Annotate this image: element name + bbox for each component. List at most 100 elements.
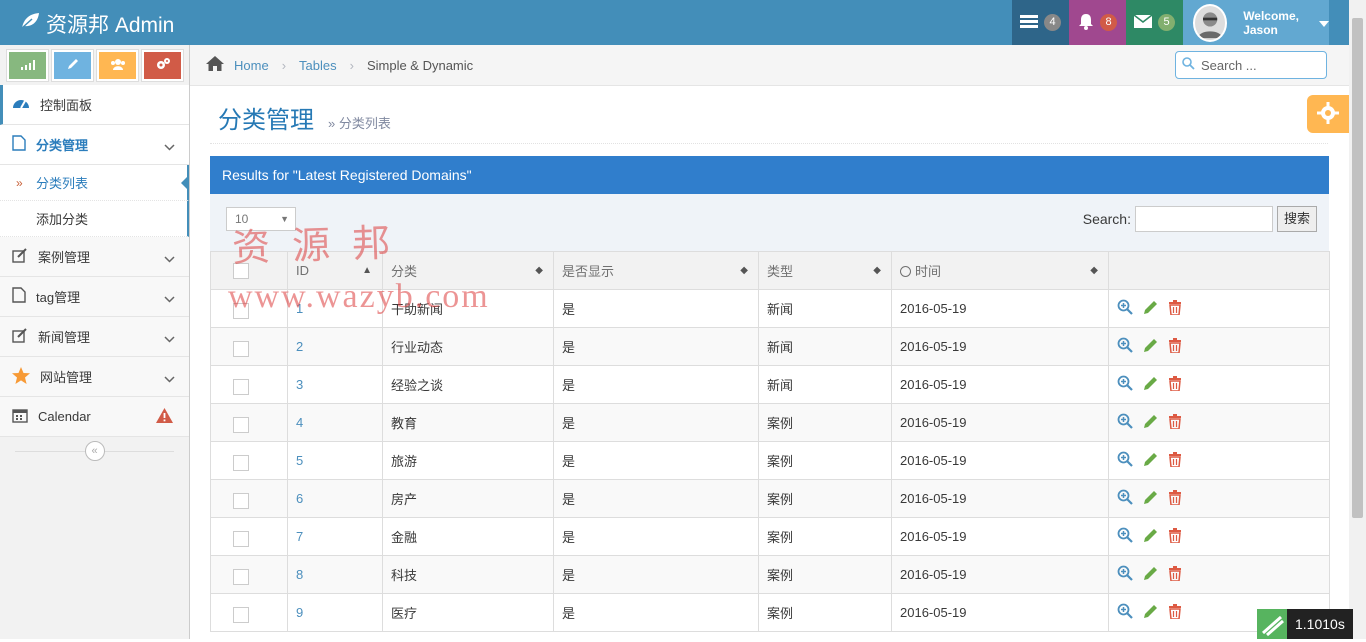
pencil-icon[interactable] bbox=[1143, 452, 1158, 470]
trash-icon[interactable] bbox=[1168, 451, 1182, 470]
collapse-icon[interactable]: « bbox=[84, 441, 105, 461]
cell-category: 科技 bbox=[382, 555, 554, 594]
sidebar-item-category-add[interactable]: 添加分类 bbox=[0, 201, 189, 237]
row-checkbox[interactable] bbox=[233, 493, 249, 509]
pencil-icon[interactable] bbox=[1143, 604, 1158, 622]
pencil-icon[interactable] bbox=[1143, 414, 1158, 432]
sidebar-item-tags[interactable]: tag管理 bbox=[0, 277, 189, 317]
trash-icon[interactable] bbox=[1168, 489, 1182, 508]
sidebar-shortcuts bbox=[0, 45, 189, 85]
row-id-link[interactable]: 2 bbox=[296, 339, 303, 354]
pencil-icon[interactable] bbox=[1143, 566, 1158, 584]
cell-time: 2016-05-19 bbox=[891, 289, 1109, 328]
cell-type: 新闻 bbox=[758, 365, 892, 404]
sidebar-item-news[interactable]: 新闻管理 bbox=[0, 317, 189, 357]
zoom-in-icon[interactable] bbox=[1117, 451, 1133, 470]
cell-type: 案例 bbox=[758, 403, 892, 442]
trash-icon[interactable] bbox=[1168, 565, 1182, 584]
sidebar-item-calendar[interactable]: Calendar bbox=[0, 397, 189, 437]
cell-category: 经验之谈 bbox=[382, 365, 554, 404]
gear-icon bbox=[1317, 101, 1339, 127]
trash-icon[interactable] bbox=[1168, 527, 1182, 546]
cell-category: 教育 bbox=[382, 403, 554, 442]
nav-search-input[interactable]: Search ... bbox=[1175, 51, 1327, 79]
column-label-visible: 是否显示 bbox=[562, 264, 615, 279]
sidebar-item-cases[interactable]: 案例管理 bbox=[0, 237, 189, 277]
column-header-visible[interactable]: 是否显示 ◆ bbox=[553, 251, 759, 290]
settings-button[interactable] bbox=[1307, 95, 1349, 133]
sidebar-item-site[interactable]: 网站管理 bbox=[0, 357, 189, 397]
row-checkbox[interactable] bbox=[233, 341, 249, 357]
shortcut-settings-button[interactable] bbox=[142, 50, 183, 81]
cell-id: 8 bbox=[287, 555, 383, 594]
trash-icon[interactable] bbox=[1168, 299, 1182, 318]
zoom-in-icon[interactable] bbox=[1117, 565, 1133, 584]
trash-icon[interactable] bbox=[1168, 413, 1182, 432]
pencil-icon[interactable] bbox=[1143, 490, 1158, 508]
trash-icon[interactable] bbox=[1168, 337, 1182, 356]
scrollbar-thumb[interactable] bbox=[1352, 18, 1363, 518]
table-search-input[interactable] bbox=[1134, 206, 1273, 232]
trash-icon[interactable] bbox=[1168, 603, 1182, 622]
messages-button[interactable]: 5 bbox=[1126, 0, 1183, 45]
pencil-icon[interactable] bbox=[1143, 376, 1158, 394]
zoom-in-icon[interactable] bbox=[1117, 299, 1133, 318]
divider bbox=[210, 143, 1328, 144]
pencil-icon[interactable] bbox=[1143, 300, 1158, 318]
row-id-link[interactable]: 7 bbox=[296, 529, 303, 544]
cell-id: 5 bbox=[287, 441, 383, 480]
pencil-icon[interactable] bbox=[1143, 528, 1158, 546]
row-checkbox-cell bbox=[210, 327, 288, 366]
user-menu[interactable]: Welcome, Jason bbox=[1183, 0, 1329, 45]
breadcrumb-tables-link[interactable]: Tables bbox=[299, 58, 337, 73]
cell-type: 新闻 bbox=[758, 289, 892, 328]
row-id-link[interactable]: 8 bbox=[296, 567, 303, 582]
row-checkbox-cell bbox=[210, 593, 288, 632]
sidebar-item-category-list[interactable]: » 分类列表 bbox=[0, 165, 189, 201]
shortcut-users-button[interactable] bbox=[97, 50, 138, 81]
cell-category: 金融 bbox=[382, 517, 554, 556]
zoom-in-icon[interactable] bbox=[1117, 413, 1133, 432]
row-checkbox[interactable] bbox=[233, 531, 249, 547]
brand[interactable]: 资源邦 Admin bbox=[20, 9, 174, 39]
row-id-link[interactable]: 6 bbox=[296, 491, 303, 506]
caret-down-icon bbox=[1319, 15, 1329, 30]
double-angle-right-icon: » bbox=[16, 175, 23, 190]
pencil-icon[interactable] bbox=[1143, 338, 1158, 356]
zoom-in-icon[interactable] bbox=[1117, 489, 1133, 508]
row-checkbox[interactable] bbox=[233, 455, 249, 471]
column-header-type[interactable]: 类型 ◆ bbox=[758, 251, 892, 290]
breadcrumb-separator: › bbox=[349, 57, 354, 73]
shortcut-stats-button[interactable] bbox=[7, 50, 48, 81]
row-checkbox[interactable] bbox=[233, 379, 249, 395]
watermark-cn: 资源邦 bbox=[231, 221, 413, 271]
row-checkbox[interactable] bbox=[233, 417, 249, 433]
row-checkbox[interactable] bbox=[233, 569, 249, 585]
row-id-link[interactable]: 9 bbox=[296, 605, 303, 620]
notifications-button[interactable]: 8 bbox=[1069, 0, 1126, 45]
row-id-link[interactable]: 5 bbox=[296, 453, 303, 468]
zoom-in-icon[interactable] bbox=[1117, 603, 1133, 622]
sidebar-item-category[interactable]: 分类管理 bbox=[0, 125, 189, 165]
cell-category: 旅游 bbox=[382, 441, 554, 480]
cell-time: 2016-05-19 bbox=[891, 555, 1109, 594]
sidebar-item-dashboard[interactable]: 控制面板 bbox=[0, 85, 189, 125]
calendar-icon bbox=[12, 407, 28, 426]
chevron-down-icon bbox=[164, 291, 175, 306]
trash-icon[interactable] bbox=[1168, 375, 1182, 394]
tasks-button[interactable]: 4 bbox=[1012, 0, 1069, 45]
shortcut-edit-button[interactable] bbox=[52, 50, 93, 81]
sort-icon: ◆ bbox=[1090, 265, 1098, 276]
column-label-type: 类型 bbox=[767, 264, 794, 279]
row-id-link[interactable]: 3 bbox=[296, 377, 303, 392]
messages-badge: 5 bbox=[1158, 14, 1175, 31]
zoom-in-icon[interactable] bbox=[1117, 375, 1133, 394]
sidebar-collapse: « bbox=[0, 437, 189, 465]
breadcrumb-home-link[interactable]: Home bbox=[234, 58, 269, 73]
zoom-in-icon[interactable] bbox=[1117, 527, 1133, 546]
row-checkbox[interactable] bbox=[233, 607, 249, 623]
row-id-link[interactable]: 4 bbox=[296, 415, 303, 430]
column-header-time[interactable]: 时间 ◆ bbox=[891, 251, 1109, 290]
table-search-button[interactable]: 搜索 bbox=[1276, 206, 1317, 232]
zoom-in-icon[interactable] bbox=[1117, 337, 1133, 356]
